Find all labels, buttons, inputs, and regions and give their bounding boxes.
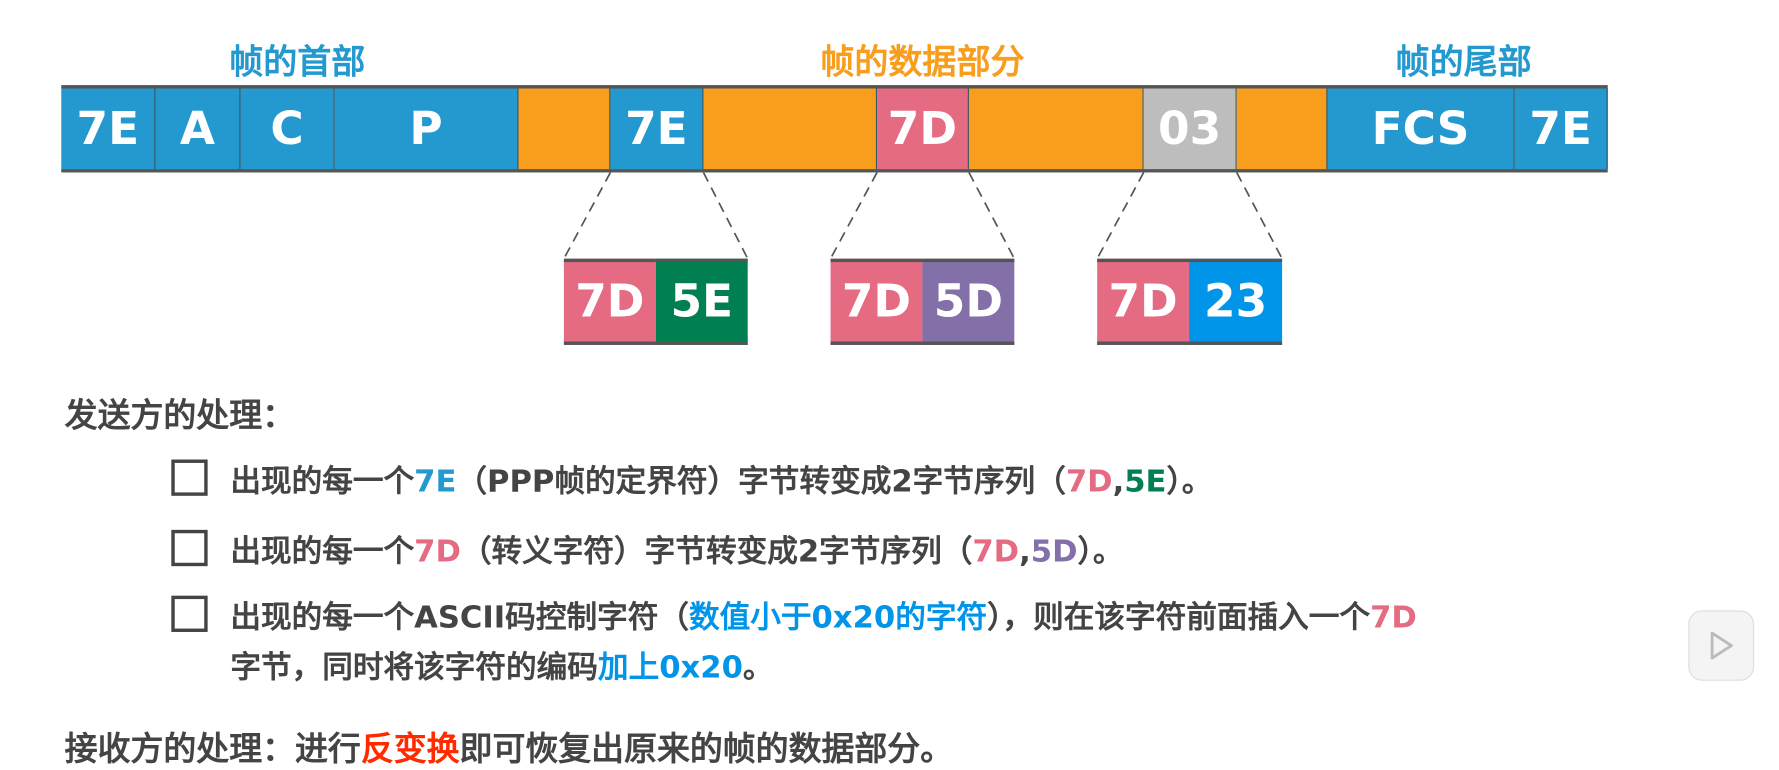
rule-3: 出现的每一个ASCII码控制字符（数值小于0x20的字符），则在该字符前面插入一… <box>230 600 1417 636</box>
receiver-text: 接收方的处理：进行反变换即可恢复出原来的帧的数据部分。 <box>64 729 954 769</box>
escaped-byte: 23 <box>1189 258 1283 345</box>
escape-byte: 7D <box>830 258 923 345</box>
checkbox-icon <box>171 459 208 496</box>
play-icon <box>1710 631 1733 660</box>
dashed-line <box>829 172 878 260</box>
checkbox-icon <box>171 529 208 567</box>
dashed-line <box>563 172 612 260</box>
dashed-line <box>1235 172 1283 260</box>
rule-1: 出现的每一个7E（PPP帧的定界符）字节转变成2字节序列（7D,5E）。 <box>230 464 1213 500</box>
escaped-byte: 5D <box>922 258 1015 345</box>
sender-title: 发送方的处理： <box>64 395 296 435</box>
dashed-line <box>702 172 749 260</box>
escaped-byte: 5E <box>655 258 748 345</box>
slide: 帧的首部 帧的数据部分 帧的尾部 7E A C P 7E 7D 03 FCS 7E 7D 5E … <box>0 0 1779 768</box>
play-button[interactable] <box>1688 610 1755 681</box>
dashed-line <box>968 172 1016 260</box>
escape-byte: 7D <box>1097 258 1190 345</box>
checkbox-icon <box>171 595 208 632</box>
escape-byte: 7D <box>563 258 656 345</box>
rule-3-line-2: 字节，同时将该字符的编码加上0x20。 <box>230 650 774 686</box>
dashed-line <box>1096 172 1145 260</box>
rule-2: 出现的每一个7D（转义字符）字节转变成2字节序列（7D,5D）。 <box>230 534 1124 570</box>
